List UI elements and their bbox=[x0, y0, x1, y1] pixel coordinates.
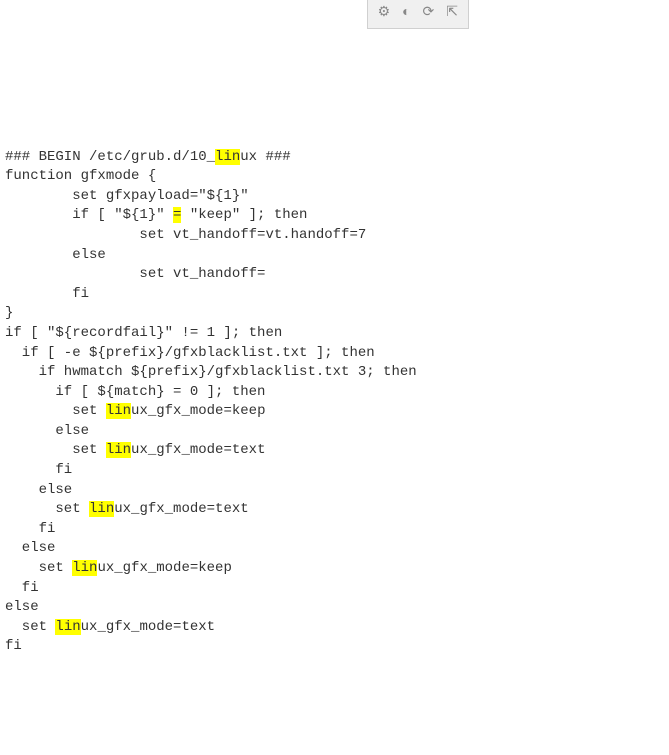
code-line: set vt_handoff=vt.handoff=7 bbox=[5, 227, 366, 243]
highlight: lin bbox=[215, 149, 240, 165]
code-line: ux_gfx_mode=keep bbox=[97, 560, 231, 576]
code-line: if [ -e ${prefix}/gfxblacklist.txt ]; th… bbox=[5, 345, 375, 361]
code-line: set bbox=[5, 403, 106, 419]
code-line: set gfxpayload="${1}" bbox=[5, 188, 249, 204]
code-line: ux_gfx_mode=text bbox=[81, 619, 215, 635]
code-line: } bbox=[5, 305, 13, 321]
code-line: set bbox=[5, 619, 55, 635]
code-line: set bbox=[5, 442, 106, 458]
settings-icon[interactable]: ⚙ bbox=[378, 4, 391, 24]
code-line: if [ "${recordfail}" != 1 ]; then bbox=[5, 325, 282, 341]
highlight: lin bbox=[55, 619, 80, 635]
code-line: if [ ${match} = 0 ]; then bbox=[5, 384, 265, 400]
code-line: ux_gfx_mode=keep bbox=[131, 403, 265, 419]
code-line: set bbox=[5, 501, 89, 517]
code-line: else bbox=[5, 482, 72, 498]
refresh-icon[interactable]: ⟳ bbox=[423, 4, 435, 24]
code-line: function gfxmode { bbox=[5, 168, 156, 184]
code-line: set vt_handoff= bbox=[5, 266, 265, 282]
code-line: ux_gfx_mode=text bbox=[114, 501, 248, 517]
code-line: ux_gfx_mode=text bbox=[131, 442, 265, 458]
highlight: lin bbox=[89, 501, 114, 517]
highlight: lin bbox=[106, 442, 131, 458]
code-line: else bbox=[5, 599, 39, 615]
code-line: fi bbox=[5, 580, 39, 596]
code-line: "keep" ]; then bbox=[181, 207, 307, 223]
code-line: if [ "${1}" bbox=[5, 207, 173, 223]
code-line: if hwmatch ${prefix}/gfxblacklist.txt 3;… bbox=[5, 364, 417, 380]
expand-icon[interactable]: ⇱ bbox=[446, 4, 458, 24]
code-line: fi bbox=[5, 286, 89, 302]
highlight: lin bbox=[106, 403, 131, 419]
code-line: else bbox=[5, 540, 55, 556]
code-line: else bbox=[5, 423, 89, 439]
code-line: fi bbox=[5, 462, 72, 478]
code-line: fi bbox=[5, 521, 55, 537]
code-line: fi bbox=[5, 638, 22, 654]
code-line: set bbox=[5, 560, 72, 576]
code-line: ### BEGIN /etc/grub.d/10_ bbox=[5, 149, 215, 165]
code-line: else bbox=[5, 247, 106, 263]
toolbar: ⚙ ◐ ⟳ ⇱ bbox=[367, 0, 469, 29]
code-block: ### BEGIN /etc/grub.d/10_linux ### funct… bbox=[0, 118, 669, 657]
code-line: ux ### bbox=[240, 149, 290, 165]
highlight: lin bbox=[72, 560, 97, 576]
theme-icon[interactable]: ◐ bbox=[402, 4, 410, 24]
